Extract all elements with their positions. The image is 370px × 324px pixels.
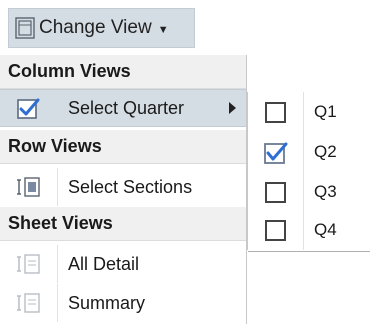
change-view-menu: Column Views Select Quarter Row Views Se… [0, 55, 247, 324]
submenu-bottom-rule [248, 251, 370, 252]
view-icon [15, 17, 35, 39]
quarter-label: Q4 [314, 220, 337, 239]
quarter-label: Q1 [314, 102, 337, 121]
section-header-column-views: Column Views [0, 55, 246, 89]
quarter-option-q4[interactable]: Q4 [248, 210, 370, 250]
menu-item-label: Summary [68, 292, 146, 313]
quarter-option-q1[interactable]: Q1 [248, 92, 370, 132]
checkbox[interactable] [265, 181, 286, 203]
quarter-option-q2[interactable]: Q2 [248, 132, 370, 172]
quarter-option-q3[interactable]: Q3 [248, 172, 370, 212]
menu-item-select-sections[interactable]: Select Sections [0, 168, 246, 206]
quarter-label: Q2 [314, 142, 337, 161]
sections-icon [16, 177, 40, 197]
menu-item-label: All Detail [68, 253, 140, 274]
menu-item-label: Select Sections [68, 176, 193, 197]
quarter-submenu: Q1 Q2 Q3 Q4 [247, 92, 370, 252]
change-view-button[interactable]: Change View ▼ [8, 8, 195, 48]
menu-item-summary[interactable]: Summary [0, 284, 246, 322]
checkbox-checked-icon[interactable] [262, 139, 290, 165]
chevron-down-icon: ▼ [157, 23, 169, 36]
sheet-icon [16, 293, 40, 313]
checkbox[interactable] [265, 101, 286, 123]
sheet-icon [16, 254, 40, 274]
section-header-row-views: Row Views [0, 130, 246, 164]
menu-item-all-detail[interactable]: All Detail [0, 245, 246, 283]
menu-item-label: Select Quarter [68, 97, 185, 118]
change-view-label: Change View [39, 17, 152, 38]
submenu-arrow-icon [229, 102, 236, 114]
checkbox-checked-icon [17, 98, 40, 119]
section-header-sheet-views: Sheet Views [0, 207, 246, 241]
checkbox[interactable] [265, 219, 286, 241]
quarter-label: Q3 [314, 182, 337, 201]
menu-item-select-quarter[interactable]: Select Quarter [0, 89, 246, 127]
